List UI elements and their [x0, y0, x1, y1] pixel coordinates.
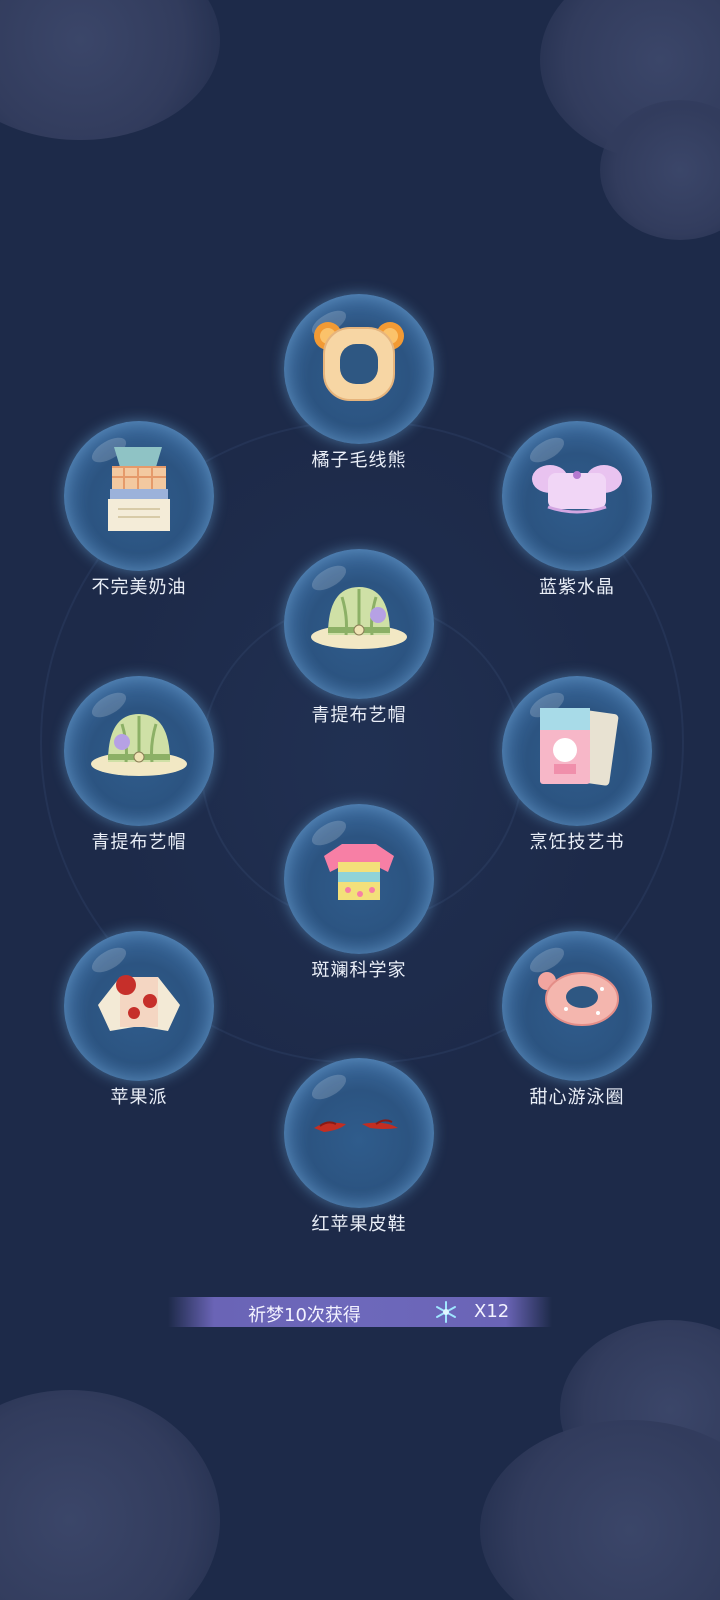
- reward-name: 青提布艺帽: [311, 705, 407, 726]
- reward-item[interactable]: 红苹果皮鞋: [281, 1058, 437, 1248]
- pink-swim-ring-icon: [538, 972, 619, 1026]
- reward-name: 斑斓科学家: [311, 960, 407, 981]
- reward-name: 橘子毛线熊: [311, 450, 407, 471]
- cloud-decoration: [480, 1420, 720, 1600]
- reward-item[interactable]: 甜心游泳圈: [499, 931, 655, 1121]
- reward-name: 蓝紫水晶: [539, 577, 615, 598]
- red-slippers-icon: [314, 1119, 398, 1132]
- plaid-dress-icon: [108, 447, 170, 531]
- cloud-decoration: [0, 0, 220, 140]
- reward-name: 青提布艺帽: [91, 832, 187, 853]
- reward-name: 苹果派: [110, 1087, 168, 1108]
- green-bucket-hat-icon: [91, 714, 187, 776]
- reward-item[interactable]: 蓝紫水晶: [499, 421, 655, 611]
- banner-text: 祈梦10次获得: [248, 1305, 361, 1326]
- reward-name: 甜心游泳圈: [529, 1087, 625, 1108]
- reward-item[interactable]: 不完美奶油: [61, 421, 217, 611]
- cooking-book-icon: [540, 708, 619, 786]
- reward-item[interactable]: 橘子毛线熊: [281, 294, 437, 484]
- draw-bonus-banner: 祈梦10次获得 X12: [168, 1297, 552, 1327]
- reward-preview-screen: 橘子毛线熊 不完美奶油 蓝紫水晶 青提布艺帽 青提布艺帽 烹饪技艺书 斑斓科学家…: [0, 0, 720, 1600]
- reward-item[interactable]: 青提布艺帽: [281, 549, 437, 739]
- orange-bear-headband-icon: [314, 322, 404, 401]
- apple-cardigan-icon: [98, 975, 180, 1031]
- green-bucket-hat-icon: [311, 587, 407, 649]
- snowflake-crystal-icon: [436, 1301, 456, 1323]
- reward-item[interactable]: 苹果派: [61, 931, 217, 1121]
- reward-name: 不完美奶油: [91, 577, 187, 598]
- lilac-crop-top-icon: [532, 465, 622, 514]
- colorful-shirt-icon: [324, 844, 394, 900]
- reward-item[interactable]: 斑斓科学家: [281, 804, 437, 994]
- reward-item[interactable]: 烹饪技艺书: [499, 676, 655, 866]
- cloud-decoration: [0, 1390, 220, 1600]
- reward-name: 红苹果皮鞋: [311, 1214, 407, 1235]
- reward-item[interactable]: 青提布艺帽: [61, 676, 217, 866]
- banner-count: X12: [474, 1301, 510, 1322]
- reward-name: 烹饪技艺书: [529, 832, 625, 853]
